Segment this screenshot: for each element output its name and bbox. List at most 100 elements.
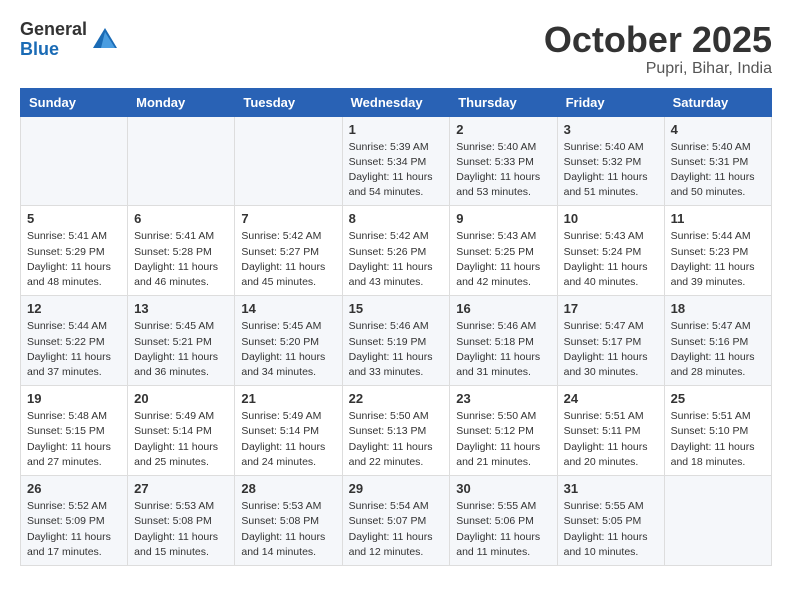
- day-number: 17: [564, 301, 658, 316]
- day-info: Sunrise: 5:55 AM Sunset: 5:06 PM Dayligh…: [456, 499, 550, 560]
- calendar-empty-cell: [21, 116, 128, 206]
- day-info: Sunrise: 5:49 AM Sunset: 5:14 PM Dayligh…: [134, 409, 228, 470]
- month-title: October 2025: [544, 20, 772, 60]
- location: Pupri, Bihar, India: [544, 60, 772, 78]
- day-info: Sunrise: 5:44 AM Sunset: 5:22 PM Dayligh…: [27, 319, 121, 380]
- day-info: Sunrise: 5:51 AM Sunset: 5:10 PM Dayligh…: [671, 409, 765, 470]
- day-number: 15: [349, 301, 444, 316]
- calendar-table: SundayMondayTuesdayWednesdayThursdayFrid…: [20, 88, 772, 566]
- day-number: 20: [134, 391, 228, 406]
- calendar-day-25: 25Sunrise: 5:51 AM Sunset: 5:10 PM Dayli…: [664, 386, 771, 476]
- day-info: Sunrise: 5:55 AM Sunset: 5:05 PM Dayligh…: [564, 499, 658, 560]
- day-info: Sunrise: 5:47 AM Sunset: 5:17 PM Dayligh…: [564, 319, 658, 380]
- day-info: Sunrise: 5:39 AM Sunset: 5:34 PM Dayligh…: [349, 140, 444, 201]
- day-info: Sunrise: 5:50 AM Sunset: 5:12 PM Dayligh…: [456, 409, 550, 470]
- day-info: Sunrise: 5:46 AM Sunset: 5:18 PM Dayligh…: [456, 319, 550, 380]
- day-number: 10: [564, 211, 658, 226]
- day-number: 29: [349, 481, 444, 496]
- day-info: Sunrise: 5:43 AM Sunset: 5:25 PM Dayligh…: [456, 229, 550, 290]
- day-number: 26: [27, 481, 121, 496]
- calendar-day-14: 14Sunrise: 5:45 AM Sunset: 5:20 PM Dayli…: [235, 296, 342, 386]
- day-info: Sunrise: 5:45 AM Sunset: 5:21 PM Dayligh…: [134, 319, 228, 380]
- calendar-day-1: 1 Sunrise: 5:39 AM Sunset: 5:34 PM Daylig…: [342, 116, 450, 206]
- calendar-day-4: 4 Sunrise: 5:40 AM Sunset: 5:31 PM Daylig…: [664, 116, 771, 206]
- calendar-day-28: 28Sunrise: 5:53 AM Sunset: 5:08 PM Dayli…: [235, 476, 342, 566]
- day-number: 7: [241, 211, 335, 226]
- calendar-day-16: 16 Sunrise: 5:46 AM Sunset: 5:18 PM Dayli…: [450, 296, 557, 386]
- day-info: Sunrise: 5:50 AM Sunset: 5:13 PM Dayligh…: [349, 409, 444, 470]
- day-number: 9: [456, 211, 550, 226]
- calendar-day-13: 13 Sunrise: 5:45 AM Sunset: 5:21 PM Dayli…: [128, 296, 235, 386]
- day-number: 5: [27, 211, 121, 226]
- calendar-day-21: 21 Sunrise: 5:49 AM Sunset: 5:14 PM Dayli…: [235, 386, 342, 476]
- day-info: Sunrise: 5:41 AM Sunset: 5:29 PM Dayligh…: [27, 229, 121, 290]
- logo-blue-text: Blue: [20, 40, 87, 60]
- day-info: Sunrise: 5:43 AM Sunset: 5:24 PM Dayligh…: [564, 229, 658, 290]
- day-info: Sunrise: 5:40 AM Sunset: 5:31 PM Dayligh…: [671, 140, 765, 201]
- logo-general-text: General: [20, 20, 87, 40]
- calendar-week-row: 19 Sunrise: 5:48 AM Sunset: 5:15 PM Dayli…: [21, 386, 772, 476]
- calendar-day-19: 19 Sunrise: 5:48 AM Sunset: 5:15 PM Dayli…: [21, 386, 128, 476]
- calendar-day-18: 18 Sunrise: 5:47 AM Sunset: 5:16 PM Dayli…: [664, 296, 771, 386]
- weekday-header-thursday: Thursday: [450, 88, 557, 116]
- day-number: 27: [134, 481, 228, 496]
- calendar-empty-cell: [128, 116, 235, 206]
- calendar-week-row: 1 Sunrise: 5:39 AM Sunset: 5:34 PM Daylig…: [21, 116, 772, 206]
- page-header: General Blue October 2025 Pupri, Bihar, …: [20, 20, 772, 78]
- day-info: Sunrise: 5:40 AM Sunset: 5:32 PM Dayligh…: [564, 140, 658, 201]
- day-info: Sunrise: 5:53 AM Sunset: 5:08 PM Dayligh…: [134, 499, 228, 560]
- day-info: Sunrise: 5:42 AM Sunset: 5:27 PM Dayligh…: [241, 229, 335, 290]
- calendar-day-24: 24 Sunrise: 5:51 AM Sunset: 5:11 PM Dayli…: [557, 386, 664, 476]
- weekday-header-monday: Monday: [128, 88, 235, 116]
- day-info: Sunrise: 5:44 AM Sunset: 5:23 PM Dayligh…: [671, 229, 765, 290]
- day-number: 30: [456, 481, 550, 496]
- day-number: 23: [456, 391, 550, 406]
- calendar-day-17: 17 Sunrise: 5:47 AM Sunset: 5:17 PM Dayli…: [557, 296, 664, 386]
- day-number: 12: [27, 301, 121, 316]
- calendar-day-26: 26Sunrise: 5:52 AM Sunset: 5:09 PM Dayli…: [21, 476, 128, 566]
- calendar-day-2: 2 Sunrise: 5:40 AM Sunset: 5:33 PM Daylig…: [450, 116, 557, 206]
- day-info: Sunrise: 5:47 AM Sunset: 5:16 PM Dayligh…: [671, 319, 765, 380]
- calendar-day-15: 15 Sunrise: 5:46 AM Sunset: 5:19 PM Dayli…: [342, 296, 450, 386]
- day-info: Sunrise: 5:53 AM Sunset: 5:08 PM Dayligh…: [241, 499, 335, 560]
- day-number: 1: [349, 122, 444, 137]
- calendar-week-row: 5 Sunrise: 5:41 AM Sunset: 5:29 PM Daylig…: [21, 206, 772, 296]
- calendar-day-20: 20 Sunrise: 5:49 AM Sunset: 5:14 PM Dayli…: [128, 386, 235, 476]
- day-number: 16: [456, 301, 550, 316]
- calendar-day-3: 3Sunrise: 5:40 AM Sunset: 5:32 PM Daylig…: [557, 116, 664, 206]
- day-number: 22: [349, 391, 444, 406]
- calendar-week-row: 26Sunrise: 5:52 AM Sunset: 5:09 PM Dayli…: [21, 476, 772, 566]
- day-info: Sunrise: 5:40 AM Sunset: 5:33 PM Dayligh…: [456, 140, 550, 201]
- weekday-header-sunday: Sunday: [21, 88, 128, 116]
- calendar-day-22: 22 Sunrise: 5:50 AM Sunset: 5:13 PM Dayli…: [342, 386, 450, 476]
- weekday-header-saturday: Saturday: [664, 88, 771, 116]
- calendar-day-5: 5 Sunrise: 5:41 AM Sunset: 5:29 PM Daylig…: [21, 206, 128, 296]
- calendar-day-8: 8Sunrise: 5:42 AM Sunset: 5:26 PM Daylig…: [342, 206, 450, 296]
- day-number: 21: [241, 391, 335, 406]
- calendar-day-27: 27 Sunrise: 5:53 AM Sunset: 5:08 PM Dayli…: [128, 476, 235, 566]
- calendar-day-12: 12 Sunrise: 5:44 AM Sunset: 5:22 PM Dayli…: [21, 296, 128, 386]
- calendar-day-7: 7 Sunrise: 5:42 AM Sunset: 5:27 PM Daylig…: [235, 206, 342, 296]
- day-info: Sunrise: 5:46 AM Sunset: 5:19 PM Dayligh…: [349, 319, 444, 380]
- calendar-day-23: 23 Sunrise: 5:50 AM Sunset: 5:12 PM Dayli…: [450, 386, 557, 476]
- day-number: 24: [564, 391, 658, 406]
- weekday-header-tuesday: Tuesday: [235, 88, 342, 116]
- day-number: 18: [671, 301, 765, 316]
- day-info: Sunrise: 5:49 AM Sunset: 5:14 PM Dayligh…: [241, 409, 335, 470]
- logo-icon: [91, 26, 119, 54]
- day-number: 13: [134, 301, 228, 316]
- calendar-empty-cell: [664, 476, 771, 566]
- day-number: 19: [27, 391, 121, 406]
- day-info: Sunrise: 5:51 AM Sunset: 5:11 PM Dayligh…: [564, 409, 658, 470]
- weekday-header-row: SundayMondayTuesdayWednesdayThursdayFrid…: [21, 88, 772, 116]
- day-info: Sunrise: 5:42 AM Sunset: 5:26 PM Dayligh…: [349, 229, 444, 290]
- day-number: 4: [671, 122, 765, 137]
- day-info: Sunrise: 5:48 AM Sunset: 5:15 PM Dayligh…: [27, 409, 121, 470]
- day-number: 6: [134, 211, 228, 226]
- calendar-day-31: 31Sunrise: 5:55 AM Sunset: 5:05 PM Dayli…: [557, 476, 664, 566]
- day-number: 2: [456, 122, 550, 137]
- weekday-header-wednesday: Wednesday: [342, 88, 450, 116]
- calendar-day-10: 10 Sunrise: 5:43 AM Sunset: 5:24 PM Dayli…: [557, 206, 664, 296]
- day-number: 11: [671, 211, 765, 226]
- calendar-empty-cell: [235, 116, 342, 206]
